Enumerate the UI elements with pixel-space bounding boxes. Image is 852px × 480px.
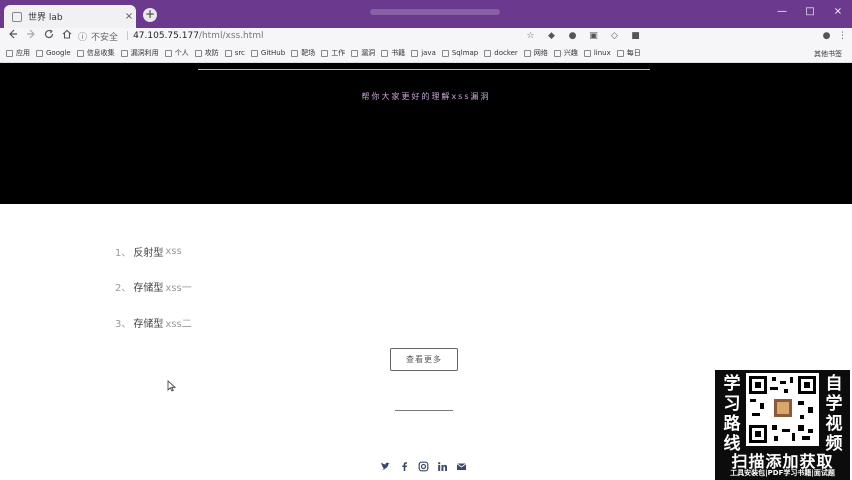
extension-icon-5[interactable]: ■ bbox=[629, 29, 642, 43]
section-divider bbox=[395, 410, 453, 411]
folder-icon bbox=[553, 49, 561, 57]
bookmark-item[interactable]: Google bbox=[36, 49, 71, 57]
bookmark-item[interactable]: 工作 bbox=[321, 48, 345, 58]
promo-right-text: 自 学 视 频 bbox=[825, 374, 843, 454]
bookmark-icon bbox=[36, 49, 43, 57]
bookmark-item[interactable]: 书籍 bbox=[381, 48, 405, 58]
extension-icon-3[interactable]: ▣ bbox=[587, 29, 600, 43]
other-bookmarks[interactable]: 其他书签 bbox=[814, 49, 842, 59]
twitter-icon[interactable] bbox=[380, 457, 391, 470]
tab-title: 世界 lab bbox=[28, 13, 63, 23]
bookmark-item[interactable]: 信息收集 bbox=[76, 48, 115, 58]
browser-toolbar: ⓘ 不安全 | 47.105.75.177 /html/xss.html ☆ ◆… bbox=[0, 28, 852, 44]
link-label[interactable]: 反射型 bbox=[133, 244, 163, 259]
bookmark-item[interactable]: Sqlmap bbox=[441, 49, 478, 57]
minimize-button[interactable]: — bbox=[772, 6, 792, 17]
hero-message: 帮你大家更好的理解xss漏洞 bbox=[361, 92, 491, 101]
list-item-stored-xss-2[interactable]: 3、 存储型 xss二 bbox=[115, 315, 192, 330]
bookmarks-bar: 应用 Google 信息收集 漏洞利用 个人 攻防 src GitHub 靶场 … bbox=[0, 44, 852, 63]
bookmark-item[interactable]: java bbox=[411, 49, 436, 57]
hero-banner: 帮你大家更好的理解xss漏洞 bbox=[0, 63, 852, 204]
mouse-cursor-icon bbox=[167, 377, 177, 396]
folder-icon bbox=[164, 49, 172, 57]
folder-icon bbox=[351, 49, 359, 57]
folder-icon bbox=[291, 49, 299, 57]
bookmark-item[interactable]: docker bbox=[484, 49, 518, 57]
address-bar[interactable]: ⓘ 不安全 | 47.105.75.177 /html/xss.html bbox=[78, 29, 508, 43]
apps-grid-icon bbox=[6, 49, 13, 57]
facebook-icon[interactable] bbox=[399, 457, 410, 471]
security-label: 不安全 bbox=[91, 32, 119, 43]
promo-left-text: 学 习 路 线 bbox=[723, 374, 741, 454]
promo-footer-text: 工具安装包|PDF学习书籍|面试题 bbox=[730, 469, 835, 477]
bookmark-item[interactable]: 漏洞 bbox=[351, 48, 375, 58]
bookmark-item[interactable]: 网络 bbox=[523, 48, 548, 58]
bookmark-item[interactable]: 兴趣 bbox=[553, 48, 578, 58]
folder-icon bbox=[411, 49, 419, 57]
reload-icon[interactable] bbox=[42, 29, 56, 43]
hero-divider bbox=[198, 69, 650, 70]
folder-icon bbox=[76, 49, 84, 57]
folder-icon bbox=[250, 49, 258, 57]
folder-icon bbox=[523, 49, 531, 57]
instagram-icon[interactable] bbox=[418, 457, 429, 472]
extension-icon-1[interactable]: ◆ bbox=[545, 29, 558, 43]
page-favicon-icon bbox=[12, 11, 22, 22]
folder-icon bbox=[120, 49, 128, 57]
list-item-reflected-xss[interactable]: 1、 反射型 xss bbox=[115, 244, 182, 259]
menu-dots-icon[interactable]: ⋮ bbox=[836, 29, 849, 43]
list-number: 3、 bbox=[115, 319, 132, 330]
folder-icon bbox=[583, 49, 591, 57]
url-host: 47.105.75.177 bbox=[133, 31, 199, 41]
bookmark-star-icon[interactable]: ☆ bbox=[524, 29, 537, 43]
qr-promo-overlay: 学 习 路 线 自 学 视 频 扫描添加获取 工具安装包|PDF学习书籍|面试题 bbox=[715, 370, 850, 480]
bookmark-item[interactable]: src bbox=[224, 49, 245, 57]
browser-tab[interactable]: 世界 lab × bbox=[4, 5, 136, 28]
link-suffix: xss二 bbox=[165, 319, 192, 330]
email-icon[interactable] bbox=[456, 457, 467, 470]
folder-icon bbox=[441, 49, 449, 57]
list-number: 2、 bbox=[115, 283, 132, 294]
linkedin-icon[interactable] bbox=[437, 457, 448, 471]
link-suffix: xss一 bbox=[165, 283, 192, 294]
bookmark-item[interactable]: 靶场 bbox=[291, 48, 315, 58]
bookmark-item[interactable]: GitHub bbox=[250, 49, 285, 57]
folder-icon bbox=[381, 49, 389, 57]
back-arrow-icon[interactable] bbox=[6, 29, 20, 43]
bookmark-item[interactable]: 应用 bbox=[6, 48, 30, 58]
folder-icon bbox=[616, 49, 624, 57]
extension-icon-4[interactable]: ◇ bbox=[608, 29, 621, 43]
list-item-stored-xss-1[interactable]: 2、 存储型 xss一 bbox=[115, 279, 192, 294]
bookmark-item[interactable]: linux bbox=[583, 49, 611, 57]
home-icon[interactable] bbox=[60, 29, 74, 43]
list-number: 1、 bbox=[115, 248, 132, 259]
not-secure-icon[interactable]: ⓘ bbox=[78, 30, 87, 43]
bookmark-item[interactable]: 每日 bbox=[616, 48, 641, 58]
folder-icon bbox=[194, 49, 202, 57]
qr-code[interactable] bbox=[746, 373, 819, 446]
forward-arrow-icon[interactable] bbox=[24, 29, 38, 43]
bookmark-item[interactable]: 个人 bbox=[164, 48, 189, 58]
extension-icon-2[interactable]: ● bbox=[566, 29, 579, 43]
window-title-placeholder bbox=[370, 9, 500, 15]
maximize-button[interactable]: □ bbox=[800, 6, 820, 17]
link-suffix: xss bbox=[165, 246, 182, 257]
folder-icon bbox=[321, 49, 329, 57]
user-avatar[interactable]: ● bbox=[820, 29, 833, 43]
close-window-button[interactable]: × bbox=[828, 6, 848, 17]
new-tab-button[interactable]: + bbox=[143, 8, 157, 22]
bookmark-item[interactable]: 攻防 bbox=[194, 48, 219, 58]
view-more-button[interactable]: 查看更多 bbox=[390, 348, 458, 371]
url-path: /html/xss.html bbox=[198, 31, 264, 41]
folder-icon bbox=[484, 49, 492, 57]
link-label[interactable]: 存储型 bbox=[133, 315, 163, 330]
browser-tab-strip: 世界 lab × + — □ × bbox=[0, 0, 852, 28]
tab-close-icon[interactable]: × bbox=[122, 11, 136, 22]
folder-icon bbox=[224, 49, 232, 57]
bookmark-item[interactable]: 漏洞利用 bbox=[120, 48, 159, 58]
social-links bbox=[380, 457, 467, 472]
link-label[interactable]: 存储型 bbox=[133, 279, 163, 294]
